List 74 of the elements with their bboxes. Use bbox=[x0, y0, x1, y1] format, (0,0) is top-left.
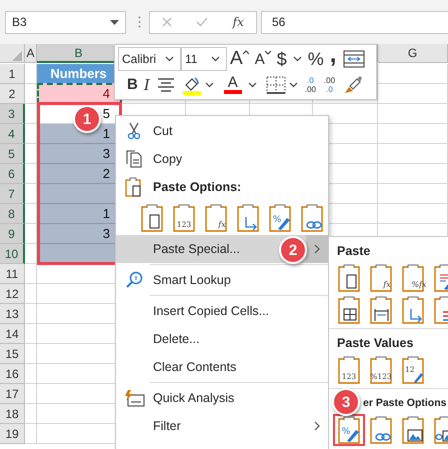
row-header[interactable]: 17 bbox=[0, 384, 25, 404]
comma-style-button[interactable]: , bbox=[326, 47, 340, 72]
row-header[interactable]: 19 bbox=[0, 424, 25, 444]
quick-analysis-icon bbox=[123, 389, 145, 407]
scissors-icon bbox=[127, 122, 141, 140]
row-header[interactable]: 8 bbox=[0, 204, 25, 224]
table-cell bbox=[25, 144, 37, 164]
name-box[interactable]: B3 bbox=[5, 10, 126, 34]
row-header[interactable]: 16 bbox=[0, 364, 25, 384]
table-cell bbox=[25, 104, 37, 124]
table-cell bbox=[378, 164, 448, 184]
table-cell bbox=[25, 124, 37, 144]
table-cell bbox=[25, 224, 37, 244]
table-cell bbox=[378, 184, 448, 204]
table-cell bbox=[25, 244, 37, 264]
copy-icon bbox=[126, 150, 142, 168]
decrease-decimal-button[interactable]: .00 .0 bbox=[320, 72, 340, 97]
row-header[interactable]: 5 bbox=[0, 144, 25, 164]
row-header[interactable]: 13 bbox=[0, 304, 25, 324]
menu-item[interactable]: Delete... bbox=[116, 325, 328, 353]
caret-icon bbox=[264, 50, 271, 56]
row-header[interactable]: 2 bbox=[0, 84, 25, 104]
insert-function-button[interactable]: fx bbox=[232, 15, 244, 29]
drag-handle-icon bbox=[138, 16, 141, 28]
table-cell bbox=[378, 144, 448, 164]
column-header[interactable]: G bbox=[378, 44, 448, 63]
row-header[interactable]: 12 bbox=[0, 284, 25, 304]
grow-font-button[interactable]: A bbox=[227, 47, 252, 72]
step-badge: 2 bbox=[279, 236, 307, 264]
table-cell bbox=[25, 164, 37, 184]
row-header[interactable]: 18 bbox=[0, 404, 25, 424]
row-header[interactable]: 14 bbox=[0, 324, 25, 344]
row-header[interactable]: 9 bbox=[0, 224, 25, 244]
column-header[interactable]: A bbox=[25, 44, 37, 63]
row-header[interactable]: 6 bbox=[0, 164, 25, 184]
percent-button[interactable]: % bbox=[304, 47, 327, 72]
center-align-icon[interactable] bbox=[156, 76, 176, 93]
formula-input[interactable]: 56 bbox=[261, 10, 448, 34]
borders-icon[interactable] bbox=[266, 76, 286, 94]
table-cell bbox=[378, 84, 448, 104]
submenu-heading: Paste Values bbox=[336, 335, 414, 352]
menu-item[interactable]: Paste Special... 2 bbox=[116, 235, 328, 263]
search-icon bbox=[125, 271, 143, 289]
row-header[interactable]: 15 bbox=[0, 344, 25, 364]
menu-item[interactable]: Filter bbox=[116, 412, 328, 440]
step-badge: 3 bbox=[332, 388, 360, 416]
row-header[interactable]: 3 bbox=[0, 104, 25, 124]
format-painter-icon[interactable] bbox=[343, 74, 364, 95]
row-header[interactable]: 7 bbox=[0, 184, 25, 204]
fill-color-icon[interactable] bbox=[182, 74, 202, 95]
italic-button[interactable]: I bbox=[140, 72, 153, 97]
check-icon[interactable] bbox=[196, 17, 208, 27]
row-header[interactable]: 11 bbox=[0, 264, 25, 284]
wrap-text-icon[interactable] bbox=[343, 50, 366, 68]
font-size-combobox[interactable]: 11 bbox=[181, 47, 227, 72]
caret-icon bbox=[242, 50, 249, 56]
currency-button[interactable]: $ bbox=[274, 47, 290, 72]
menu-item[interactable]: Clear Contents bbox=[116, 353, 328, 381]
row-header[interactable]: 10 bbox=[0, 244, 25, 264]
submenu-heading: Paste bbox=[336, 243, 372, 260]
bold-button[interactable]: B bbox=[124, 72, 141, 97]
font-combobox[interactable]: Calibri bbox=[118, 47, 181, 72]
step-badge: 1 bbox=[73, 105, 101, 133]
shrink-font-button[interactable]: A bbox=[252, 47, 274, 72]
table-cell bbox=[25, 204, 37, 224]
table-cell bbox=[378, 104, 448, 124]
increase-decimal-button[interactable]: .0 .00 bbox=[300, 72, 320, 97]
table-cell bbox=[25, 184, 37, 204]
clipboard-icon bbox=[125, 177, 143, 197]
row-header[interactable]: 1 bbox=[0, 64, 25, 84]
dropdown-caret-icon[interactable] bbox=[110, 20, 119, 24]
font-color-button[interactable]: A bbox=[220, 72, 245, 97]
table-cell bbox=[378, 124, 448, 144]
row-header[interactable]: 4 bbox=[0, 124, 25, 144]
